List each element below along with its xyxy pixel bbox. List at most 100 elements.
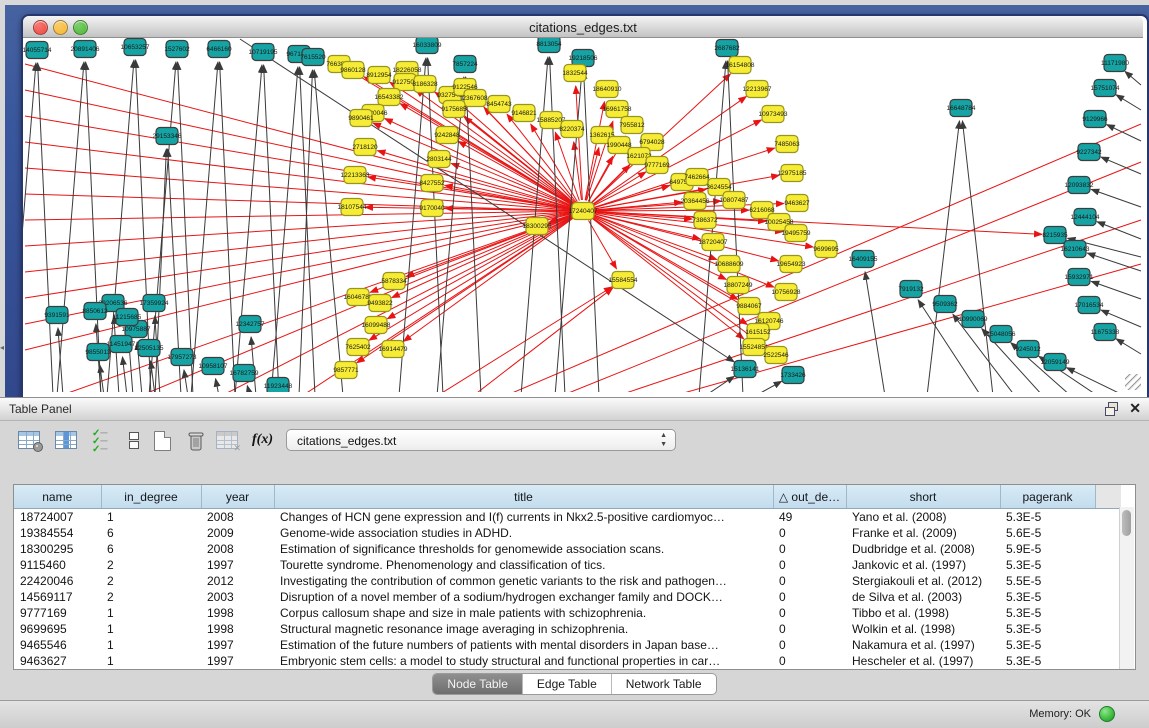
table-cell[interactable]: Estimation of the future numbers of pati… <box>274 637 773 653</box>
table-cell[interactable]: 2009 <box>201 525 274 541</box>
column-header-pagerank[interactable]: pagerank <box>1000 485 1095 509</box>
table-cell[interactable]: 18724007 <box>14 509 101 526</box>
table-row[interactable]: 1872400712008Changes of HCN gene express… <box>14 509 1121 526</box>
table-cell[interactable]: 2003 <box>201 589 274 605</box>
table-row[interactable]: 977716911998Corpus callosum shape and si… <box>14 605 1121 621</box>
table-cell[interactable]: 2008 <box>201 541 274 557</box>
column-header-short[interactable]: short <box>846 485 1000 509</box>
delete-table-icon[interactable] <box>186 431 206 458</box>
table-cell[interactable]: 5.3E-5 <box>1000 605 1095 621</box>
table-cell[interactable]: Dudbridge et al. (2008) <box>846 541 1000 557</box>
table-cell[interactable]: Yano et al. (2008) <box>846 509 1000 526</box>
table-cell[interactable]: 1997 <box>201 557 274 573</box>
table-cell[interactable]: 5.3E-5 <box>1000 653 1095 669</box>
table-cell[interactable]: 18300295 <box>14 541 101 557</box>
table-cell[interactable]: 5.9E-5 <box>1000 541 1095 557</box>
table-cell[interactable]: Changes of HCN gene expression and I(f) … <box>274 509 773 526</box>
table-cell[interactable]: 1998 <box>201 605 274 621</box>
table-cell[interactable]: 22420046 <box>14 573 101 589</box>
table-cell[interactable]: 1 <box>101 653 201 669</box>
network-view[interactable]: 1724040714055714208914061065325715276026… <box>23 38 1143 392</box>
table-cell[interactable]: 1997 <box>201 653 274 669</box>
table-cell[interactable]: 0 <box>773 621 846 637</box>
table-cell[interactable]: Investigating the contribution of common… <box>274 573 773 589</box>
table-cell[interactable]: Stergiakouli et al. (2012) <box>846 573 1000 589</box>
table-cell[interactable]: 2 <box>101 573 201 589</box>
table-cell[interactable]: 1997 <box>201 637 274 653</box>
table-cell[interactable]: Disruption of a novel member of a sodium… <box>274 589 773 605</box>
table-cell[interactable]: 14569117 <box>14 589 101 605</box>
table-cell[interactable]: 9463627 <box>14 653 101 669</box>
table-cell[interactable]: 0 <box>773 573 846 589</box>
table-cell[interactable]: 0 <box>773 637 846 653</box>
table-cell[interactable]: Nakamura et al. (1997) <box>846 637 1000 653</box>
window-resize-grip[interactable] <box>1125 374 1141 390</box>
select-mode-icon[interactable]: ✓─✓─✓─ <box>92 430 107 454</box>
table-scrollbar-thumb[interactable] <box>1122 510 1131 536</box>
table-cell[interactable]: 5.3E-5 <box>1000 621 1095 637</box>
table-cell[interactable]: 0 <box>773 557 846 573</box>
table-select-dropdown[interactable]: citations_edges.txt ▲▼ <box>286 429 676 451</box>
table-cell[interactable]: 1998 <box>201 621 274 637</box>
table-cell[interactable]: 5.3E-5 <box>1000 589 1095 605</box>
table-cell[interactable]: 1 <box>101 621 201 637</box>
table-cell[interactable]: Corpus callosum shape and size in male p… <box>274 605 773 621</box>
table-row[interactable]: 969969511998Structural magnetic resonanc… <box>14 621 1121 637</box>
table-cell[interactable]: 5.6E-5 <box>1000 525 1095 541</box>
row-height-icon[interactable] <box>126 431 140 451</box>
table-cell[interactable]: Jankovic et al. (1997) <box>846 557 1000 573</box>
table-cell[interactable]: 2 <box>101 589 201 605</box>
column-header-name[interactable]: name <box>14 485 101 509</box>
table-panel-header[interactable]: Table Panel ✕ <box>0 397 1149 421</box>
table-cell[interactable]: de Silva et al. (2003) <box>846 589 1000 605</box>
close-panel-icon[interactable]: ✕ <box>1129 400 1141 417</box>
table-cell[interactable]: 1 <box>101 509 201 526</box>
table-cell[interactable]: 0 <box>773 653 846 669</box>
table-cell[interactable]: 5.3E-5 <box>1000 509 1095 526</box>
table-row[interactable]: 1456911722003Disruption of a novel membe… <box>14 589 1121 605</box>
table-cell[interactable]: Franke et al. (2009) <box>846 525 1000 541</box>
table-cell[interactable]: Tibbo et al. (1998) <box>846 605 1000 621</box>
float-panel-icon[interactable] <box>1105 402 1119 415</box>
table-settings-icon[interactable] <box>18 431 40 449</box>
table-cell[interactable]: 6 <box>101 541 201 557</box>
table-cell[interactable]: 0 <box>773 541 846 557</box>
table-cell[interactable]: 9777169 <box>14 605 101 621</box>
tab-edge-table[interactable]: Edge Table <box>523 674 612 694</box>
table-scrollbar[interactable] <box>1119 507 1134 669</box>
table-cell[interactable]: 9115460 <box>14 557 101 573</box>
table-row[interactable]: 946362711997Embryonic stem cells: a mode… <box>14 653 1121 669</box>
table-cell[interactable]: 5.3E-5 <box>1000 557 1095 573</box>
new-table-icon[interactable] <box>154 431 171 451</box>
table-cell[interactable]: 19384554 <box>14 525 101 541</box>
column-header-title[interactable]: title <box>274 485 773 509</box>
table-cell[interactable]: 6 <box>101 525 201 541</box>
table-cell[interactable]: Hescheler et al. (1997) <box>846 653 1000 669</box>
table-row[interactable]: 1830029562008Estimation of significance … <box>14 541 1121 557</box>
table-cell[interactable]: 9699695 <box>14 621 101 637</box>
table-row[interactable]: 911546021997Tourette syndrome. Phenomeno… <box>14 557 1121 573</box>
show-column-icon[interactable] <box>55 431 77 449</box>
table-row[interactable]: 946554611997Estimation of the future num… <box>14 637 1121 653</box>
table-cell[interactable]: 9465546 <box>14 637 101 653</box>
graph-canvas[interactable]: 1724040714055714208914061065325715276026… <box>23 38 1143 392</box>
table-cell[interactable]: 0 <box>773 525 846 541</box>
table-cell[interactable]: 0 <box>773 605 846 621</box>
function-builder-icon[interactable]: f(x) <box>252 432 273 448</box>
table-cell[interactable]: Estimation of significance thresholds fo… <box>274 541 773 557</box>
table-cell[interactable]: 2012 <box>201 573 274 589</box>
table-row[interactable]: 2242004622012Investigating the contribut… <box>14 573 1121 589</box>
table-cell[interactable]: 1 <box>101 605 201 621</box>
table-cell[interactable]: 2008 <box>201 509 274 526</box>
table-cell[interactable]: 2 <box>101 557 201 573</box>
table-cell[interactable]: Tourette syndrome. Phenomenology and cla… <box>274 557 773 573</box>
memory-status-icon[interactable] <box>1099 706 1115 722</box>
table-cell[interactable]: Wolkin et al. (1998) <box>846 621 1000 637</box>
table-cell[interactable]: Embryonic stem cells: a model to study s… <box>274 653 773 669</box>
table-cell[interactable]: 5.5E-5 <box>1000 573 1095 589</box>
table-row[interactable]: 1938455462009Genome-wide association stu… <box>14 525 1121 541</box>
table-cell[interactable]: 5.3E-5 <box>1000 637 1095 653</box>
column-header-out_de[interactable]: △ out_de… <box>773 485 846 509</box>
tab-network-table[interactable]: Network Table <box>612 674 716 694</box>
network-window-titlebar[interactable]: citations_edges.txt <box>23 16 1143 38</box>
